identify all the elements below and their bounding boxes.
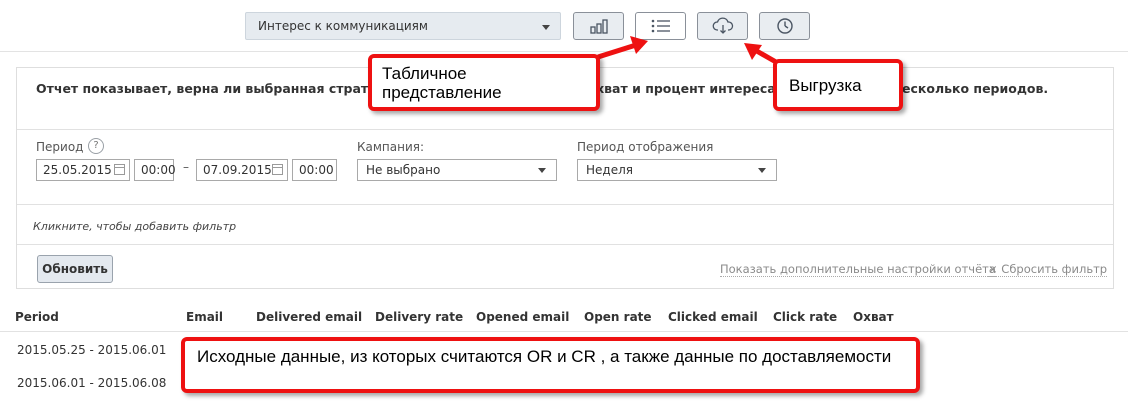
date-to-value: 07.09.2015 <box>203 163 272 177</box>
export-annotation: Выгрузка <box>773 59 903 111</box>
date-range-separator: – <box>183 160 189 174</box>
help-icon[interactable]: ? <box>88 138 104 154</box>
calendar-icon[interactable] <box>114 164 125 175</box>
divider <box>17 204 1113 205</box>
add-filter-hint[interactable]: Кликните, чтобы добавить фильтр <box>33 220 236 233</box>
divider <box>17 244 1113 245</box>
top-toolbar: Интерес к коммуникациям <box>0 0 1128 52</box>
column-header[interactable]: Open rate <box>584 310 652 324</box>
source-data-annotation: Исходные данные, из которых считаются OR… <box>181 337 920 393</box>
cloud-download-icon <box>712 17 733 34</box>
chevron-down-icon <box>538 168 546 173</box>
column-header[interactable]: Clicked email <box>668 310 758 324</box>
report-type-value: Интерес к коммуникациям <box>258 19 428 33</box>
column-header[interactable]: Opened email <box>476 310 569 324</box>
table-view-annotation: Табличное представление <box>368 54 600 111</box>
chevron-down-icon <box>758 168 766 173</box>
list-icon <box>651 19 670 33</box>
display-period-label: Период отображения <box>577 140 714 154</box>
schedule-button[interactable] <box>759 12 810 40</box>
campaign-label: Кампания: <box>357 140 425 154</box>
report-type-select[interactable]: Интерес к коммуникациям <box>245 12 561 40</box>
table-view-annotation-text: Табличное представление <box>382 64 502 102</box>
chevron-down-icon <box>542 25 550 30</box>
clock-icon <box>776 18 793 34</box>
divider <box>17 129 1113 130</box>
campaign-value: Не выбрано <box>366 163 441 177</box>
column-header[interactable]: Delivery rate <box>375 310 463 324</box>
table-header-divider <box>0 331 1128 332</box>
display-period-select[interactable]: Неделя <box>577 159 777 181</box>
chart-view-button[interactable] <box>573 12 624 40</box>
column-header[interactable]: Email <box>186 310 223 324</box>
campaign-select[interactable]: Не выбрано <box>357 159 557 181</box>
column-header[interactable]: Period <box>15 310 59 324</box>
export-button[interactable] <box>697 12 748 40</box>
source-data-annotation-text: Исходные данные, из которых считаются OR… <box>197 347 892 366</box>
bar-chart-icon <box>589 19 608 34</box>
export-annotation-text: Выгрузка <box>789 76 862 95</box>
time-from-value: 00:00 <box>141 163 176 177</box>
column-header[interactable]: Delivered email <box>256 310 362 324</box>
column-header[interactable]: Охват <box>853 310 894 324</box>
column-header[interactable]: Click rate <box>773 310 837 324</box>
reset-filter-link[interactable]: × Сбросить фильтр <box>988 262 1108 277</box>
more-settings-link[interactable]: Показать дополнительные настройки отчёта <box>720 262 996 277</box>
display-period-value: Неделя <box>586 163 633 177</box>
table-view-button[interactable] <box>635 12 686 40</box>
time-to-value: 00:00 <box>299 163 334 177</box>
time-to-field[interactable]: 00:00 <box>292 159 337 181</box>
date-to-field[interactable]: 07.09.2015 <box>196 159 288 181</box>
refresh-button[interactable]: Обновить <box>37 255 113 283</box>
calendar-icon[interactable] <box>272 164 283 175</box>
table-row-period: 2015.06.01 - 2015.06.08 <box>17 376 167 390</box>
date-from-field[interactable]: 25.05.2015 <box>36 159 130 181</box>
time-from-field[interactable]: 00:00 <box>134 159 176 181</box>
date-from-value: 25.05.2015 <box>43 163 112 177</box>
table-row-period: 2015.05.25 - 2015.06.01 <box>17 343 167 357</box>
period-label: Период <box>36 140 84 154</box>
